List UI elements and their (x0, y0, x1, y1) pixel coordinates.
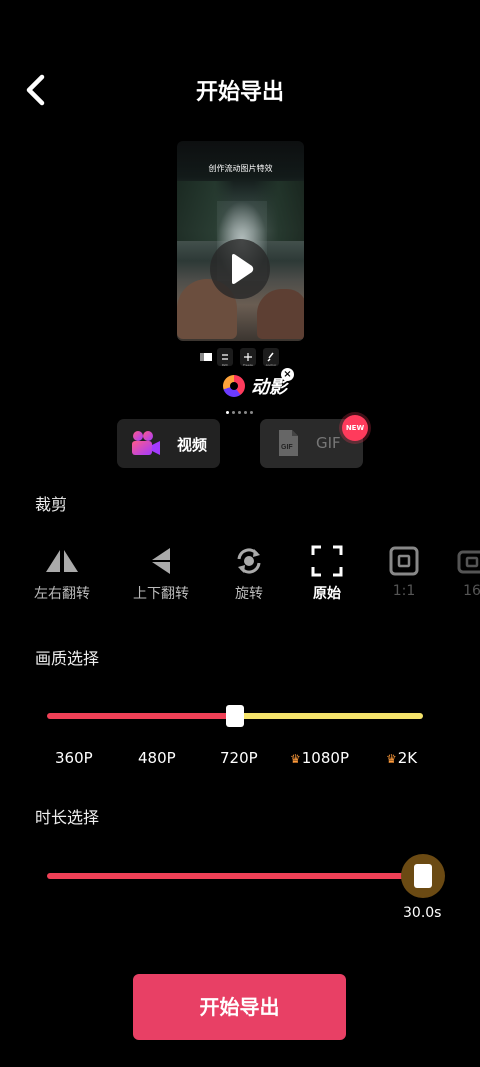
brand-watermark: 动影 × (223, 368, 295, 399)
remove-watermark-button[interactable]: × (281, 368, 294, 381)
anchor-tool[interactable]: Anchor (263, 348, 279, 367)
crop-flip-horizontal[interactable]: 左右翻转 (22, 545, 102, 603)
video-format-label: 视频 (177, 436, 208, 454)
freeze-icon (244, 353, 252, 361)
duration-slider[interactable] (47, 854, 445, 898)
gif-format-button[interactable]: GIF GIF NEW (260, 415, 368, 468)
quality-slider-thumb[interactable] (226, 705, 244, 727)
eraser-icon (200, 353, 212, 361)
page-title: 开始导出 (195, 80, 284, 105)
flip-vertical-icon (152, 548, 170, 574)
gif-format-label: GIF (316, 434, 341, 452)
quality-option-2k[interactable]: ♛2K (386, 749, 417, 767)
pin-icon (267, 352, 274, 362)
play-icon (232, 254, 254, 284)
crop-section-title: 裁剪 (35, 495, 68, 514)
play-button[interactable] (210, 239, 270, 299)
ratio-square-icon (389, 546, 419, 576)
path-icon (222, 354, 228, 360)
quality-track-active (47, 713, 235, 719)
quality-section-title: 画质选择 (35, 649, 100, 668)
page-indicator (226, 399, 256, 418)
crown-icon: ♛ (386, 752, 397, 766)
duration-slider-thumb[interactable] (414, 864, 432, 888)
duration-value: 30.0s (403, 905, 442, 921)
svg-text:GIF: GIF (281, 444, 293, 451)
ratio-wide-icon (457, 550, 480, 574)
video-camera-icon (132, 431, 160, 455)
crop-original-icon (311, 545, 343, 577)
export-button[interactable]: 开始导出 (133, 974, 346, 1040)
quality-option-1080p[interactable]: ♛1080P (290, 749, 349, 767)
preview-caption: 创作流动图片特效 (208, 164, 273, 173)
crop-ratio-16-9[interactable]: 16 (432, 545, 480, 599)
new-badge: NEW (342, 415, 368, 441)
rotate-icon (237, 548, 261, 574)
quality-slider[interactable] (47, 705, 423, 727)
quality-option-360p[interactable]: 360P (55, 749, 93, 767)
duration-section-title: 时长选择 (35, 808, 100, 827)
quality-option-480p[interactable]: 480P (138, 749, 176, 767)
path-tool[interactable]: Path (217, 348, 233, 367)
brand-logo (223, 375, 245, 397)
video-preview[interactable]: 创作流动图片特效 (177, 141, 304, 341)
duration-track-active (47, 873, 423, 879)
flip-horizontal-icon (46, 550, 78, 572)
video-format-button[interactable]: 视频 (117, 419, 220, 468)
crown-icon: ♛ (290, 752, 301, 766)
crop-original[interactable]: 原始 (287, 545, 367, 603)
quality-track-inactive (235, 713, 423, 719)
quality-option-720p[interactable]: 720P (220, 749, 258, 767)
freeze-tool[interactable]: Freeze (240, 348, 256, 367)
crop-flip-vertical[interactable]: 上下翻转 (121, 545, 201, 603)
crop-rotate[interactable]: 旋转 (209, 545, 289, 603)
gif-file-icon: GIF (279, 430, 298, 456)
